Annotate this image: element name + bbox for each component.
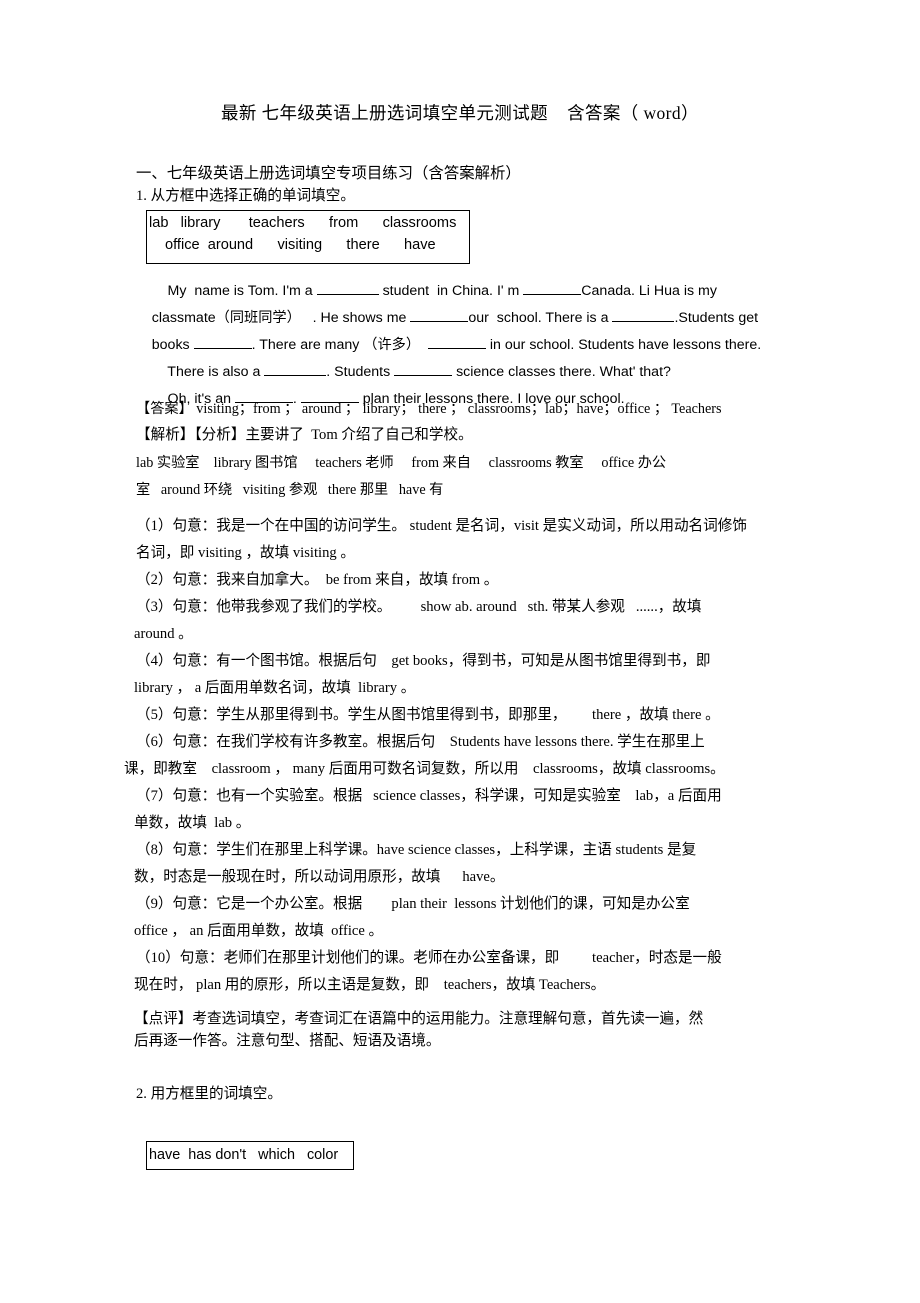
section-heading: 一、七年级英语上册选词填空专项目练习（含答案解析） <box>136 165 521 182</box>
explanation-6-line-1: （6）句意：在我们学校有许多教室。根据后句 Students have less… <box>136 734 705 750</box>
question-2-prompt: 2. 用方框里的词填空。 <box>136 1086 282 1102</box>
word-bank-2-row-1: have has don't which color <box>149 1147 339 1164</box>
comment-line-1: 【点评】考查选词填空，考查词汇在语篇中的运用能力。注意理解句意，首先读一遍，然 <box>134 1011 704 1027</box>
explanation-5: （5）句意：学生从那里得到书。学生从图书馆里得到书，即那里， there ，故填… <box>136 707 720 723</box>
explanation-8-line-2: 数，时态是一般现在时，所以动词用原形，故填 have。 <box>134 869 505 885</box>
explanation-10-line-2: 现在时， plan 用的原形，所以主语是复数，即 teachers，故填 Tea… <box>134 977 606 993</box>
analysis-heading: 【解析】【分析】主要讲了 Tom 介绍了自己和学校。 <box>136 427 473 443</box>
explanation-4-line-1: （4）句意：有一个图书馆。根据后句 get books，得到书，可知是从图书馆里… <box>136 653 711 669</box>
explanation-7-line-1: （7）句意：也有一个实验室。根据 science classes，科学课，可知是… <box>136 788 722 804</box>
glossary-line-2: 室 around 环绕 visiting 参观 there 那里 have 有 <box>136 482 444 498</box>
question-1-prompt: 1. 从方框中选择正确的单词填空。 <box>136 188 355 204</box>
explanation-3-line-2: around 。 <box>134 626 193 642</box>
word-bank-box-1: lab library teachers from classrooms off… <box>146 210 470 264</box>
explanation-7-line-2: 单数，故填 lab 。 <box>134 815 251 831</box>
explanation-4-line-2: library ， a 后面用单数名词，故填 library 。 <box>134 680 416 696</box>
answer-line: 【答案】 visiting；from ； around ； library； t… <box>136 401 722 417</box>
explanation-9-line-1: （9）句意：它是一个办公室。根据 plan their lessons 计划他们… <box>136 896 690 912</box>
explanation-1-line-2: 名词，即 visiting ，故填 visiting 。 <box>136 545 355 561</box>
word-bank-row-2: office around visiting there have <box>165 236 436 253</box>
explanation-10-line-1: （10）句意：老师们在那里计划他们的课。老师在办公室备课，即 teacher，时… <box>136 950 722 966</box>
explanation-3-line-1: （3）句意：他带我参观了我们的学校。 show ab. around sth. … <box>136 599 702 615</box>
comment-line-2: 后再逐一作答。注意句型、搭配、短语及语境。 <box>134 1033 441 1049</box>
glossary-line-1: lab 实验室 library 图书馆 teachers 老师 from 来自 … <box>136 455 667 471</box>
explanation-9-line-2: office ， an 后面用单数，故填 office 。 <box>134 923 384 939</box>
word-bank-box-2: have has don't which color <box>146 1141 354 1170</box>
explanation-2: （2）句意：我来自加拿大。 be from 来自，故填 from 。 <box>136 572 499 588</box>
explanation-8-line-1: （8）句意：学生们在那里上科学课。have science classes，上科… <box>136 842 697 858</box>
explanation-1-line-1: （1）句意：我是一个在中国的访问学生。 student 是名词，visit 是实… <box>136 518 747 534</box>
page-title: 最新 七年级英语上册选词填空单元测试题 含答案（ word） <box>221 103 699 123</box>
word-bank-row-1: lab library teachers from classrooms <box>149 215 457 231</box>
document-page: 最新 七年级英语上册选词填空单元测试题 含答案（ word） 一、七年级英语上册… <box>0 0 920 1303</box>
explanation-6-line-2: 课，即教室 classroom ， many 后面用可数名词复数，所以用 cla… <box>124 761 725 777</box>
